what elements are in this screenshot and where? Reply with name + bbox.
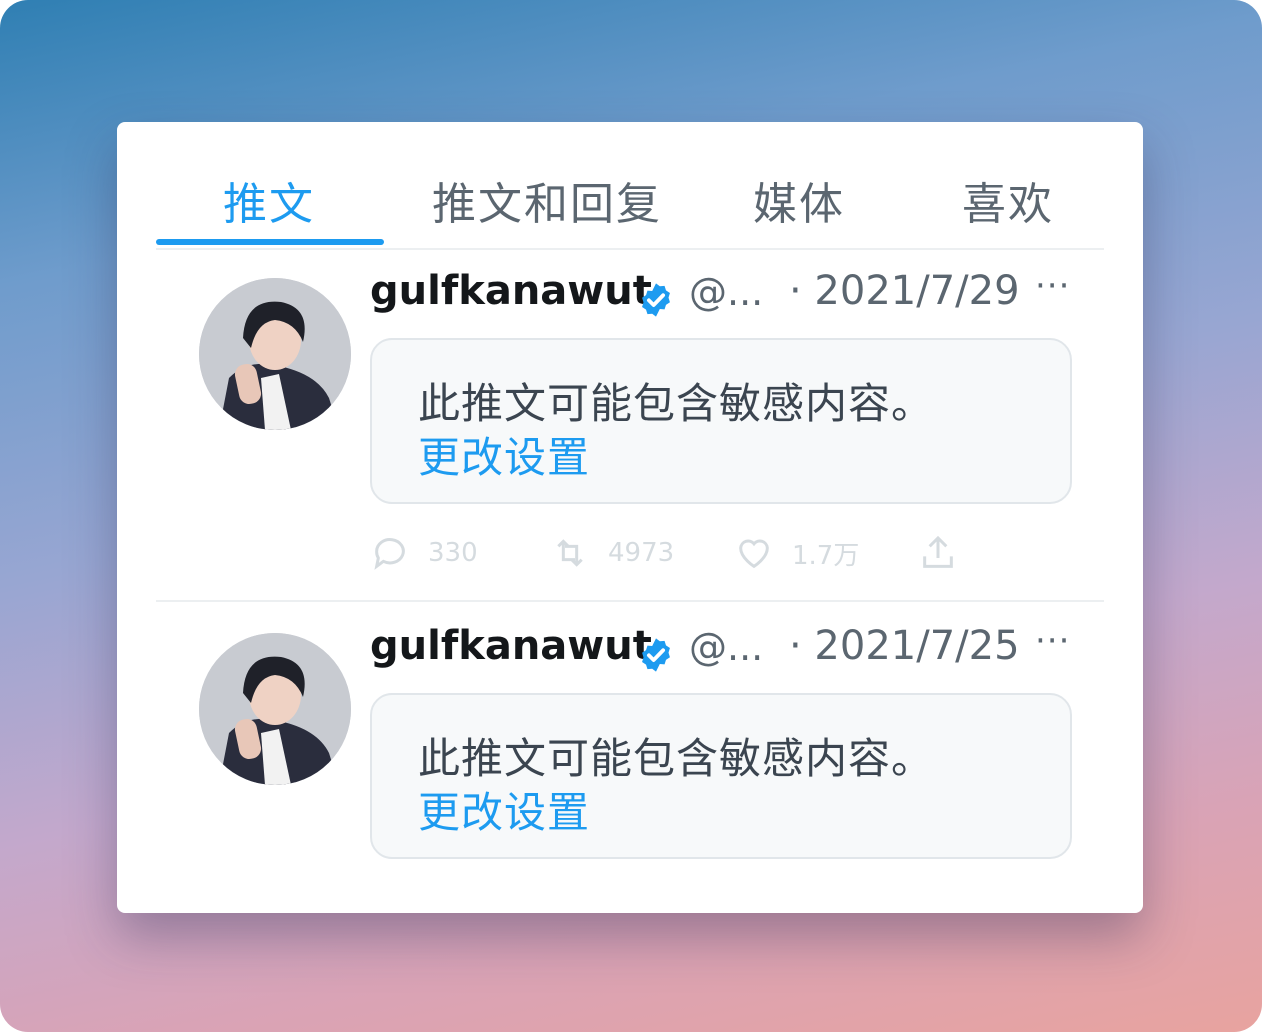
reply-icon <box>374 538 405 570</box>
avatar[interactable] <box>199 633 351 785</box>
tweet[interactable]: gulfkanawut @... · 2021/7/29 ··· 此推文可能包含… <box>117 248 1143 603</box>
retweet-count: 4973 <box>608 538 675 568</box>
tab-likes[interactable]: 喜欢 <box>962 168 1054 232</box>
reply-button[interactable]: 330 <box>370 528 478 578</box>
like-button[interactable]: 1.7万 <box>734 528 859 578</box>
sensitive-content-text: 此推文可能包含敏感内容。 <box>418 379 935 428</box>
reply-count: 330 <box>428 538 478 568</box>
avatar-photo <box>199 633 351 785</box>
sensitive-content-notice: 此推文可能包含敏感内容。 更改设置 <box>370 693 1072 859</box>
change-settings-link[interactable]: 更改设置 <box>418 779 590 840</box>
retweet-button[interactable]: 4973 <box>550 528 674 578</box>
author-handle[interactable]: @... <box>689 270 763 314</box>
verified-badge-icon <box>642 283 670 317</box>
tab-tweets-and-replies[interactable]: 推文和回复 <box>432 168 662 232</box>
share-button[interactable] <box>918 528 958 578</box>
verified-badge-icon <box>642 638 670 672</box>
more-options-icon[interactable]: ··· <box>1035 266 1070 306</box>
heart-icon <box>739 539 769 569</box>
retweet-icon <box>557 539 583 567</box>
tweet-date[interactable]: · 2021/7/29 <box>789 268 1020 314</box>
profile-tabs: 推文 推文和回复 媒体 喜欢 <box>156 122 1104 250</box>
tweet[interactable]: gulfkanawut @... · 2021/7/25 ··· 此推文可能包含… <box>117 603 1143 913</box>
tweet-actions: 330 4973 1.7万 <box>370 528 1072 578</box>
sensitive-content-text: 此推文可能包含敏感内容。 <box>418 734 935 783</box>
active-tab-indicator <box>156 239 384 245</box>
tab-media[interactable]: 媒体 <box>753 168 845 232</box>
background: 推文 推文和回复 媒体 喜欢 gulfkanawut @... · 2021/7… <box>0 0 1262 1032</box>
change-settings-link[interactable]: 更改设置 <box>418 424 590 485</box>
sensitive-content-notice: 此推文可能包含敏感内容。 更改设置 <box>370 338 1072 504</box>
share-icon <box>923 535 953 568</box>
author-name[interactable]: gulfkanawut <box>370 623 652 669</box>
tweet-divider <box>156 600 1104 602</box>
author-handle[interactable]: @... <box>689 625 763 669</box>
tweet-date[interactable]: · 2021/7/25 <box>789 623 1020 669</box>
avatar-photo <box>199 278 351 430</box>
author-name[interactable]: gulfkanawut <box>370 268 652 314</box>
avatar[interactable] <box>199 278 351 430</box>
like-count: 1.7万 <box>792 540 860 571</box>
tab-tweets[interactable]: 推文 <box>223 168 315 232</box>
profile-timeline-card: 推文 推文和回复 媒体 喜欢 gulfkanawut @... · 2021/7… <box>117 122 1143 913</box>
more-options-icon[interactable]: ··· <box>1035 621 1070 661</box>
